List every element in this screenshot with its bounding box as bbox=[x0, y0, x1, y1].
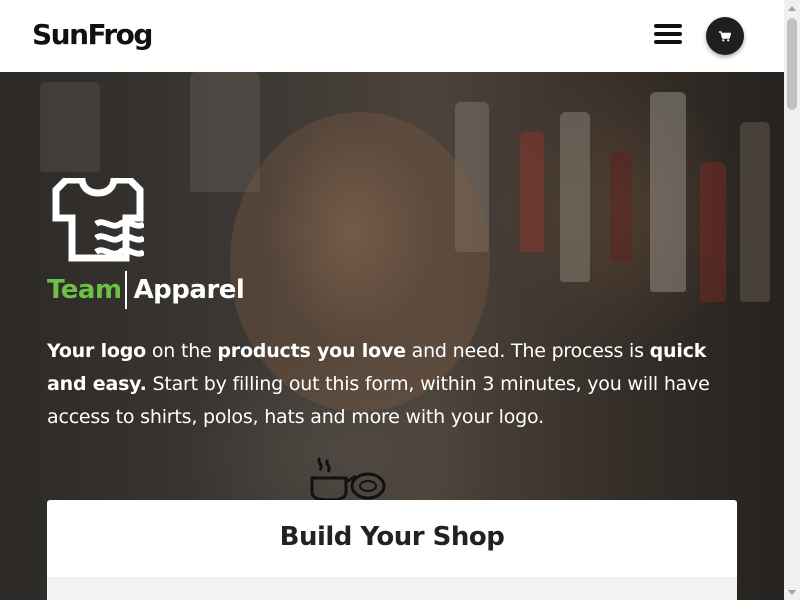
shopping-cart-icon bbox=[719, 30, 731, 41]
shirt-wave-logo-icon bbox=[52, 178, 144, 262]
page-scrollbar[interactable] bbox=[784, 0, 800, 600]
sunfrog-logo[interactable]: SunFrog bbox=[32, 18, 153, 51]
brand-team-text: Team bbox=[47, 275, 122, 305]
form-field[interactable] bbox=[47, 577, 737, 600]
hero-intro-text: Your logo on the products you love and n… bbox=[47, 335, 747, 434]
scrollbar-thumb[interactable] bbox=[787, 18, 797, 110]
cooking-pot-icon bbox=[310, 456, 386, 502]
site-header: SunFrog bbox=[0, 0, 784, 72]
team-apparel-wordmark: Team Apparel bbox=[47, 270, 245, 310]
intro-segment: Your logo bbox=[47, 340, 146, 362]
brand-divider bbox=[124, 271, 127, 309]
hero-section: Team Apparel Your logo on the products y… bbox=[0, 72, 784, 600]
intro-segment: and need. The process is bbox=[405, 340, 650, 362]
hamburger-menu-icon[interactable] bbox=[654, 24, 682, 48]
scroll-down-arrow-icon[interactable] bbox=[784, 584, 800, 600]
intro-segment: products you love bbox=[217, 340, 406, 362]
intro-segment: on the bbox=[146, 340, 218, 362]
intro-segment: Start by filling out this form, within 3… bbox=[47, 373, 710, 428]
build-shop-card: Build Your Shop bbox=[47, 500, 737, 600]
card-title: Build Your Shop bbox=[279, 522, 505, 552]
cart-button[interactable] bbox=[706, 17, 744, 55]
scroll-up-arrow-icon[interactable] bbox=[784, 0, 800, 16]
brand-apparel-text: Apparel bbox=[133, 275, 245, 305]
